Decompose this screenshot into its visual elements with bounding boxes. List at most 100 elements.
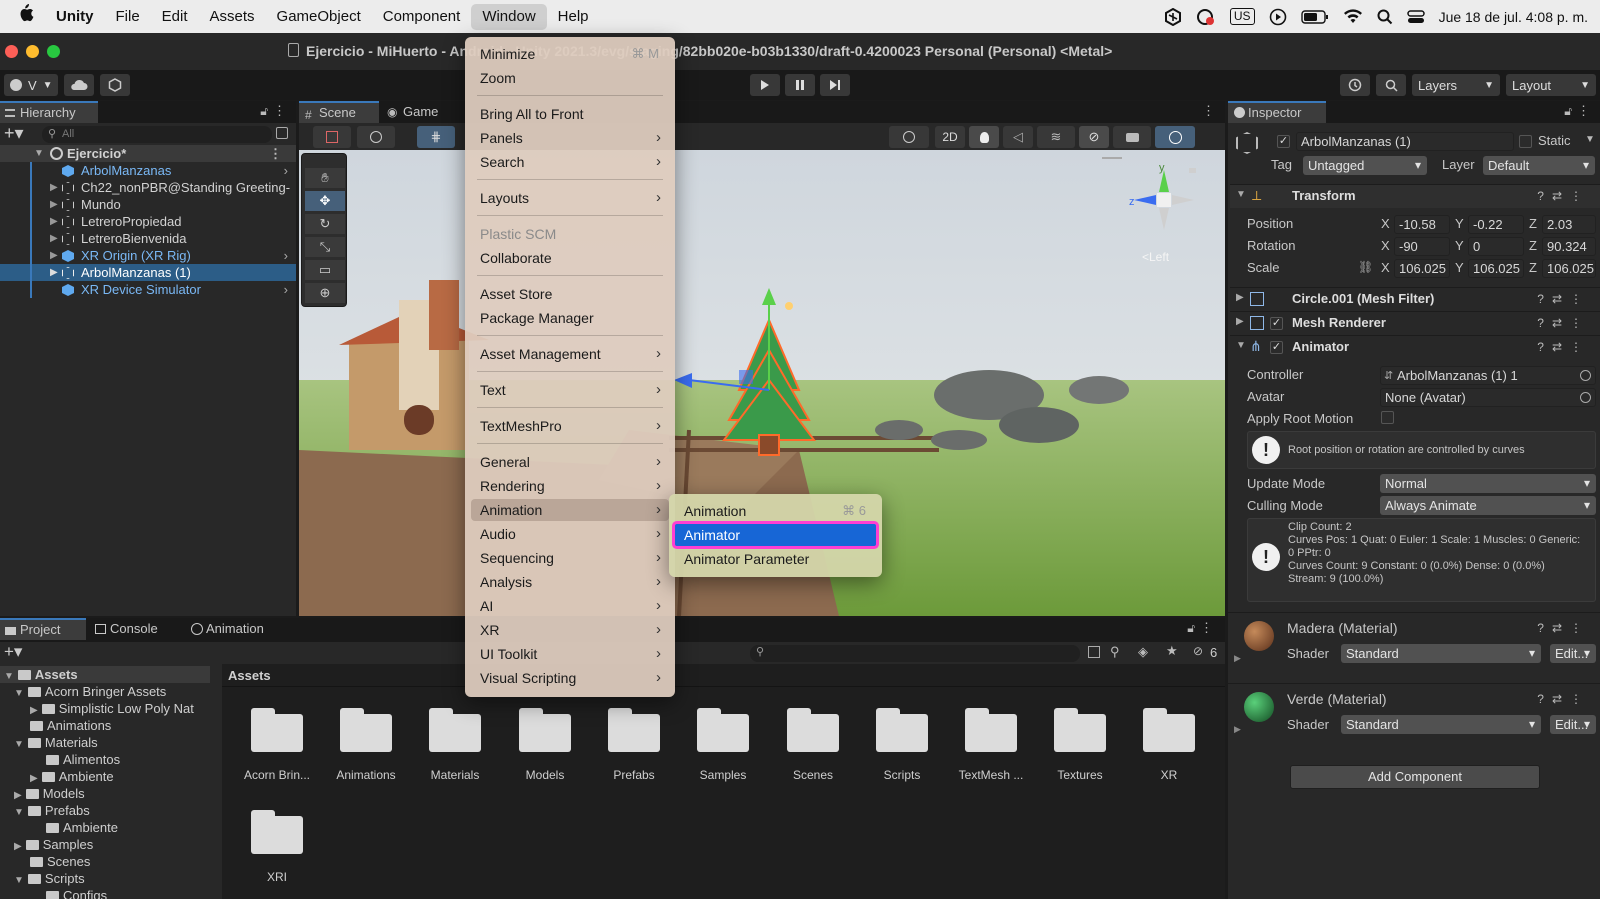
label-tag-icon[interactable]: ◈ [1138, 644, 1148, 660]
static-checkbox[interactable] [1519, 135, 1532, 148]
tree-item-scripts[interactable]: ▼ Scripts [14, 870, 85, 887]
tree-item-alimentos[interactable]: Alimentos [46, 751, 120, 768]
more-menu-icon[interactable]: ⋮ [1577, 103, 1590, 119]
tree-item-scenes[interactable]: Scenes [30, 853, 90, 870]
camera-dropdown[interactable] [1113, 126, 1151, 148]
more-menu-icon[interactable]: ⋮ [1200, 620, 1213, 636]
tab-project[interactable]: Project [0, 618, 86, 640]
menu-item-package-manager[interactable]: Package Manager [471, 307, 669, 329]
tab-scene[interactable]: # Scene [299, 101, 379, 123]
add-icon[interactable]: +▾ [4, 123, 24, 144]
project-search-input[interactable]: ⚲ [750, 645, 1080, 662]
object-picker-icon[interactable] [1580, 370, 1591, 381]
tree-item-assets[interactable]: ▼ Assets [0, 666, 210, 683]
expand-arrow-icon[interactable]: ▶ [50, 264, 58, 281]
play-circle-icon[interactable] [1269, 8, 1287, 26]
hierarchy-item-mundo[interactable]: ▶ Mundo [0, 196, 296, 213]
tab-animation[interactable]: Animation [186, 618, 282, 640]
animator-header[interactable]: ▼ ⋔ ✓ Animator ?⇄⋮ [1230, 335, 1600, 359]
expand-arrow-icon[interactable]: ▶ [1234, 724, 1241, 735]
history-button[interactable] [1340, 74, 1370, 96]
add-icon[interactable]: +▾ [4, 642, 22, 662]
menu-item-rendering[interactable]: Rendering › [471, 475, 669, 497]
lighting-toggle[interactable] [969, 126, 999, 148]
lock-icon[interactable]: 🔓︎ [1187, 621, 1195, 636]
more-menu-icon[interactable]: ⋮ [1202, 103, 1215, 119]
mesh-renderer-checkbox[interactable]: ✓ [1270, 317, 1283, 330]
expand-arrow-icon[interactable]: ▶ [1234, 653, 1241, 664]
chevron-right-icon[interactable]: › [284, 162, 288, 179]
search-button[interactable] [1376, 74, 1406, 96]
expand-arrow-icon[interactable]: ▼ [1236, 340, 1246, 351]
menu-item-minimize[interactable]: Minimize ⌘ M [471, 43, 669, 65]
tab-game[interactable]: ◉ Game [383, 101, 463, 123]
scale-x-field[interactable]: 106.025 [1394, 259, 1450, 278]
update-mode-dropdown[interactable]: Normal [1380, 474, 1596, 493]
cloud-sync-icon[interactable] [1196, 8, 1216, 26]
rotation-z-field[interactable]: 90.324 [1542, 237, 1596, 256]
controller-field[interactable]: ⇵ ArbolManzanas (1) 1 [1380, 366, 1596, 385]
visibility-toggle[interactable]: ⊘ [1079, 126, 1109, 148]
component-header-icons[interactable]: ?⇄⋮ [1537, 340, 1590, 354]
scene-visibility-icon[interactable] [276, 127, 288, 139]
position-y-field[interactable]: -0.22 [1468, 215, 1524, 234]
root-motion-checkbox[interactable] [1381, 411, 1394, 424]
tree-item-configs[interactable]: Configs [46, 887, 107, 899]
expand-arrow-icon[interactable]: ▶ [50, 213, 58, 230]
close-window-button[interactable] [5, 45, 18, 58]
control-center-icon[interactable] [1406, 9, 1425, 25]
edit-shader-button[interactable]: Edit... [1550, 715, 1596, 734]
menu-gameobject[interactable]: GameObject [266, 4, 372, 30]
menu-item-bring-all-to-front[interactable]: Bring All to Front [471, 103, 669, 125]
chevron-down-icon[interactable]: ▼ [1585, 134, 1595, 145]
menu-edit[interactable]: Edit [151, 4, 199, 30]
favorite-star-icon[interactable]: ★ [1166, 643, 1178, 659]
tool-handle-dropdown[interactable] [313, 126, 351, 148]
hierarchy-item-letreropropiedad[interactable]: ▶ LetreroPropiedad [0, 213, 296, 230]
hierarchy-item-arbolmanzanas[interactable]: ArbolManzanas › [0, 162, 296, 179]
position-z-field[interactable]: 2.03 [1542, 215, 1596, 234]
object-name-field[interactable]: ArbolManzanas (1) [1296, 132, 1514, 151]
chevron-right-icon[interactable]: › [284, 247, 288, 264]
tab-console[interactable]: Console [90, 618, 176, 640]
expand-arrow-icon[interactable]: ▶ [1236, 292, 1244, 303]
expand-arrow-icon[interactable]: ▶ [50, 179, 58, 196]
hierarchy-search-input[interactable]: ⚲ All [42, 126, 272, 143]
expand-arrow-icon[interactable]: ▶ [1236, 316, 1244, 327]
chevron-right-icon[interactable]: › [284, 281, 288, 298]
maximize-window-button[interactable] [47, 45, 60, 58]
submenu-item-animation[interactable]: Animation ⌘ 6 [675, 500, 876, 522]
step-button[interactable] [820, 74, 850, 96]
shader-dropdown[interactable]: Standard [1341, 644, 1541, 663]
component-header-icons[interactable]: ?⇄⋮ [1537, 316, 1590, 330]
menu-item-asset-store[interactable]: Asset Store [471, 283, 669, 305]
active-checkbox[interactable]: ✓ [1277, 135, 1290, 148]
menu-item-asset-management[interactable]: Asset Management › [471, 343, 669, 365]
menu-item-audio[interactable]: Audio › [471, 523, 669, 545]
menu-item-sequencing[interactable]: Sequencing › [471, 547, 669, 569]
shader-dropdown[interactable]: Standard [1341, 715, 1541, 734]
play-button[interactable] [750, 74, 780, 96]
account-dropdown[interactable]: V ▼ [4, 74, 58, 96]
wifi-icon[interactable] [1343, 8, 1363, 25]
menu-assets[interactable]: Assets [199, 4, 266, 30]
component-header-icons[interactable]: ?⇄⋮ [1537, 189, 1590, 203]
more-menu-icon[interactable]: ⋮ [269, 145, 282, 162]
menu-item-zoom[interactable]: Zoom [471, 67, 669, 89]
menu-item-xr[interactable]: XR › [471, 619, 669, 641]
menu-item-textmeshpro[interactable]: TextMeshPro › [471, 415, 669, 437]
hand-tool-button[interactable]: ✋︎ [305, 168, 345, 188]
menu-item-visual-scripting[interactable]: Visual Scripting › [471, 667, 669, 689]
rect-tool-button[interactable]: ▭ [305, 260, 345, 280]
audio-toggle[interactable]: ◁ [1003, 126, 1033, 148]
search-by-type-icon[interactable] [1088, 646, 1100, 658]
battery-icon[interactable] [1300, 9, 1329, 24]
apple-menu-icon[interactable] [0, 3, 45, 30]
component-header-icons[interactable]: ?⇄⋮ [1537, 692, 1590, 706]
hierarchy-item-xr-device-simulator[interactable]: XR Device Simulator › [0, 281, 296, 298]
menu-item-animation[interactable]: Animation › [471, 499, 669, 521]
rotation-y-field[interactable]: 0 [1468, 237, 1524, 256]
shading-dropdown[interactable] [889, 126, 929, 148]
rotation-x-field[interactable]: -90 [1394, 237, 1450, 256]
expand-arrow-icon[interactable]: ▼ [1236, 189, 1246, 200]
